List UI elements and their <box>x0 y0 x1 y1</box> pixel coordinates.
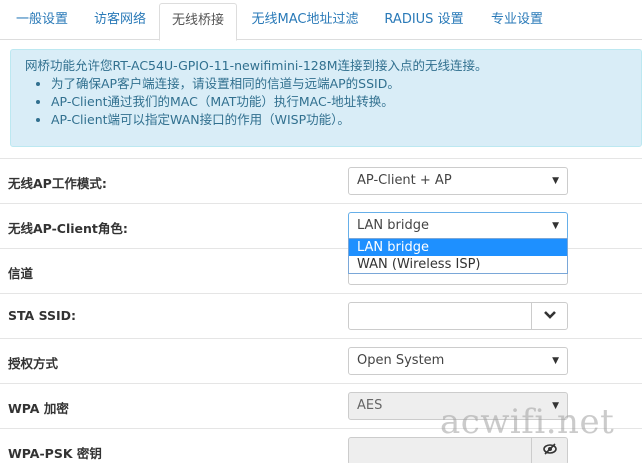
info-intro: 网桥功能允许您RT-AC54U-GPIO-11-newifimini-128M连… <box>25 58 488 73</box>
caret-down-icon: ▼ <box>552 356 559 366</box>
client-role-label: 无线AP-Client角色: <box>8 221 128 236</box>
ap-mode-label: 无线AP工作模式: <box>8 176 107 191</box>
auth-select[interactable]: Open System ▼ <box>348 347 568 375</box>
psk-label: WPA-PSK 密钥 <box>8 446 102 461</box>
client-role-value: LAN bridge <box>357 218 430 233</box>
option-lan-bridge[interactable]: LAN bridge <box>349 239 567 256</box>
client-role-dropdown: LAN bridge WAN (Wireless ISP) <box>348 238 568 274</box>
tab-radius[interactable]: RADIUS 设置 <box>372 3 476 40</box>
chevron-down-icon[interactable] <box>531 302 568 330</box>
auth-value: Open System <box>357 353 445 368</box>
sta-ssid-label: STA SSID: <box>8 308 77 323</box>
tab-mac-filter[interactable]: 无线MAC地址过滤 <box>240 3 370 40</box>
tab-guest-network[interactable]: 访客网络 <box>82 3 158 40</box>
ap-mode-select[interactable]: AP-Client + AP ▼ <box>348 167 568 195</box>
option-wan-wisp[interactable]: WAN (Wireless ISP) <box>349 256 567 273</box>
client-role-select[interactable]: LAN bridge ▼ <box>348 212 568 240</box>
eye-slash-svg <box>542 443 557 455</box>
tab-wireless-bridge[interactable]: 无线桥接 <box>159 3 237 41</box>
channel-label: 信道 <box>8 266 34 281</box>
info-bullet: 为了确保AP客户端连接，请设置相同的信道与远端AP的SSID。 <box>51 75 641 93</box>
sta-ssid-input[interactable] <box>348 302 532 330</box>
wpa-label: WPA 加密 <box>8 401 69 416</box>
row-ap-mode: 无线AP工作模式: AP-Client + AP ▼ <box>0 158 642 203</box>
row-sta-ssid: STA SSID: <box>0 293 642 338</box>
row-auth: 授权方式 Open System ▼ <box>0 338 642 383</box>
wpa-value: AES <box>357 398 383 413</box>
auth-label: 授权方式 <box>8 356 59 371</box>
chevron-down-svg <box>543 311 556 319</box>
info-bullet: AP-Client端可以指定WAN接口的作用（WISP功能）。 <box>51 111 641 129</box>
caret-down-icon: ▼ <box>552 221 559 231</box>
tab-professional[interactable]: 专业设置 <box>477 3 557 40</box>
ap-mode-value: AP-Client + AP <box>357 173 452 188</box>
watermark: acwifi.net <box>440 402 615 442</box>
info-bullet: AP-Client通过我们的MAC（MAT功能）执行MAC-地址转换。 <box>51 93 641 111</box>
info-panel: 网桥功能允许您RT-AC54U-GPIO-11-newifimini-128M连… <box>10 49 642 147</box>
info-list: 为了确保AP客户端连接，请设置相同的信道与远端AP的SSID。 AP-Clien… <box>25 75 641 129</box>
caret-down-icon: ▼ <box>552 176 559 186</box>
tab-bar: 一般设置 访客网络 无线桥接 无线MAC地址过滤 RADIUS 设置 专业设置 <box>0 0 642 41</box>
tab-general[interactable]: 一般设置 <box>4 3 80 40</box>
